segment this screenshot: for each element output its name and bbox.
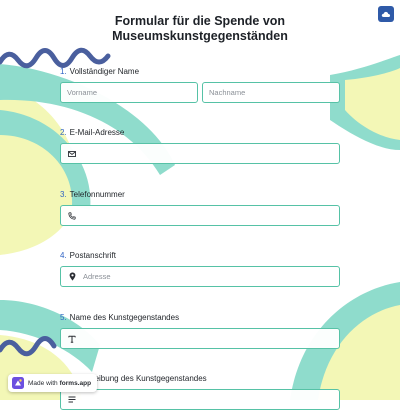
location-pin-icon <box>67 272 77 282</box>
question-artwork-name: 5. Name des Kunstgegenstandes <box>60 312 340 349</box>
last-name-input[interactable]: Nachname <box>202 82 340 103</box>
question-full-name: 1. Vollständiger Name Vorname Nachname <box>60 66 340 103</box>
email-input[interactable] <box>60 143 340 164</box>
question-label: Vollständiger Name <box>69 67 140 76</box>
question-artwork-description: 6.Beschreibung des Kunstgegenstandes <box>60 373 340 410</box>
forms-app-logo-icon <box>12 377 24 389</box>
question-number: 5. <box>60 313 67 322</box>
question-label: Postanschrift <box>69 251 116 260</box>
cloud-icon <box>381 11 391 17</box>
artwork-name-input[interactable] <box>60 328 340 349</box>
form-title: Formular für die Spende von Museumskunst… <box>112 14 288 43</box>
first-name-input[interactable]: Vorname <box>60 82 198 103</box>
question-email: 2. E-Mail-Adresse <box>60 127 340 164</box>
question-phone: 3. Telefonnummer <box>60 189 340 226</box>
question-number: 1. <box>60 67 67 76</box>
first-name-placeholder: Vorname <box>67 88 98 97</box>
text-icon <box>67 334 77 344</box>
question-number: 3. <box>60 190 67 199</box>
badge-prefix: Made with <box>28 379 58 387</box>
question-label: E-Mail-Adresse <box>69 128 125 137</box>
question-number: 4. <box>60 251 67 260</box>
last-name-placeholder: Nachname <box>209 88 246 97</box>
phone-input[interactable] <box>60 205 340 226</box>
address-placeholder: Adresse <box>83 272 111 281</box>
question-number: 2. <box>60 128 67 137</box>
address-input[interactable]: Adresse <box>60 266 340 287</box>
envelope-icon <box>67 149 77 159</box>
made-with-badge[interactable]: Made with forms.app <box>8 374 98 392</box>
save-progress-button[interactable] <box>378 6 394 22</box>
question-label: Telefonnummer <box>69 190 125 199</box>
phone-icon <box>67 211 77 221</box>
question-label: Name des Kunstgegenstandes <box>69 313 180 322</box>
badge-brand: forms.app <box>59 379 92 387</box>
question-address: 4. Postanschrift Adresse <box>60 250 340 287</box>
